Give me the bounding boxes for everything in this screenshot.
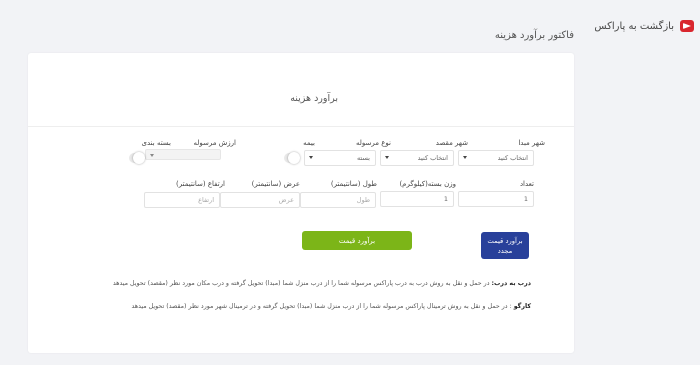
count-input[interactable]: 1 xyxy=(458,191,534,207)
height-label: ارتفاع (سانتیمتر) xyxy=(175,180,225,188)
back-link-label: بازگشت به پاراکس xyxy=(594,20,674,32)
dest-city-label: شهر مقصد xyxy=(435,139,468,147)
estimate-card: برآورد هزینه شهر مبدا شهر مقصد نوع مرسول… xyxy=(28,53,574,353)
packaging-label: بسته بندی xyxy=(141,139,172,147)
toggle-knob xyxy=(133,152,145,164)
origin-city-select[interactable]: انتخاب کنید xyxy=(458,150,534,166)
origin-city-value: انتخاب کنید xyxy=(497,154,528,162)
weight-input[interactable]: 1 xyxy=(380,191,454,207)
chevron-down-icon xyxy=(150,154,154,157)
divider xyxy=(28,126,574,127)
length-input[interactable]: طول xyxy=(300,192,376,208)
shipment-type-value: بسته xyxy=(356,154,370,162)
shipment-value-label: ارزش مرسوله xyxy=(193,139,236,147)
door-to-door-note: درب به درب: در حمل و نقل به روش درب به د… xyxy=(61,279,531,289)
toggle-knob xyxy=(288,152,300,164)
cargo-note: کارگو : در حمل و نقل به روش ترمینال پارا… xyxy=(61,302,531,312)
note-title: کارگو xyxy=(513,303,531,310)
width-label: عرض (سانتیمتر) xyxy=(251,180,300,188)
shipment-value-select[interactable] xyxy=(145,149,221,160)
card-title: برآورد هزینه xyxy=(290,93,338,104)
length-label: طول (سانتیمتر) xyxy=(330,180,377,188)
chevron-down-icon xyxy=(309,156,313,159)
note-text: در حمل و نقل به روش درب به درب پاراکس مر… xyxy=(112,280,492,287)
count-label: تعداد xyxy=(519,180,534,188)
back-to-parax-link[interactable]: بازگشت به پاراکس xyxy=(594,20,694,32)
chevron-down-icon xyxy=(385,156,389,159)
re-estimate-button[interactable]: برآورد قیمت مجدد xyxy=(481,232,529,259)
height-input[interactable]: ارتفاع xyxy=(144,192,220,208)
shipment-type-select[interactable]: بسته xyxy=(304,150,376,166)
dest-city-value: انتخاب کنید xyxy=(417,154,448,162)
weight-label: وزن بسته(کیلوگرم) xyxy=(399,180,456,188)
packaging-toggle[interactable] xyxy=(129,152,145,164)
origin-city-label: شهر مبدا xyxy=(518,139,545,147)
width-input[interactable]: عرض xyxy=(220,192,300,208)
parax-logo-icon xyxy=(680,20,694,32)
insurance-label: بیمه xyxy=(303,139,315,147)
estimate-price-button[interactable]: برآورد قیمت xyxy=(302,231,412,250)
page-title: فاکتور برآورد هزینه xyxy=(494,30,574,41)
shipment-type-label: نوع مرسوله xyxy=(356,139,391,147)
chevron-down-icon xyxy=(463,156,467,159)
note-text: : در حمل و نقل به روش ترمینال پاراکس مرس… xyxy=(131,303,514,310)
insurance-toggle[interactable] xyxy=(284,152,300,164)
note-title: درب به درب: xyxy=(491,280,531,287)
dest-city-select[interactable]: انتخاب کنید xyxy=(380,150,454,166)
